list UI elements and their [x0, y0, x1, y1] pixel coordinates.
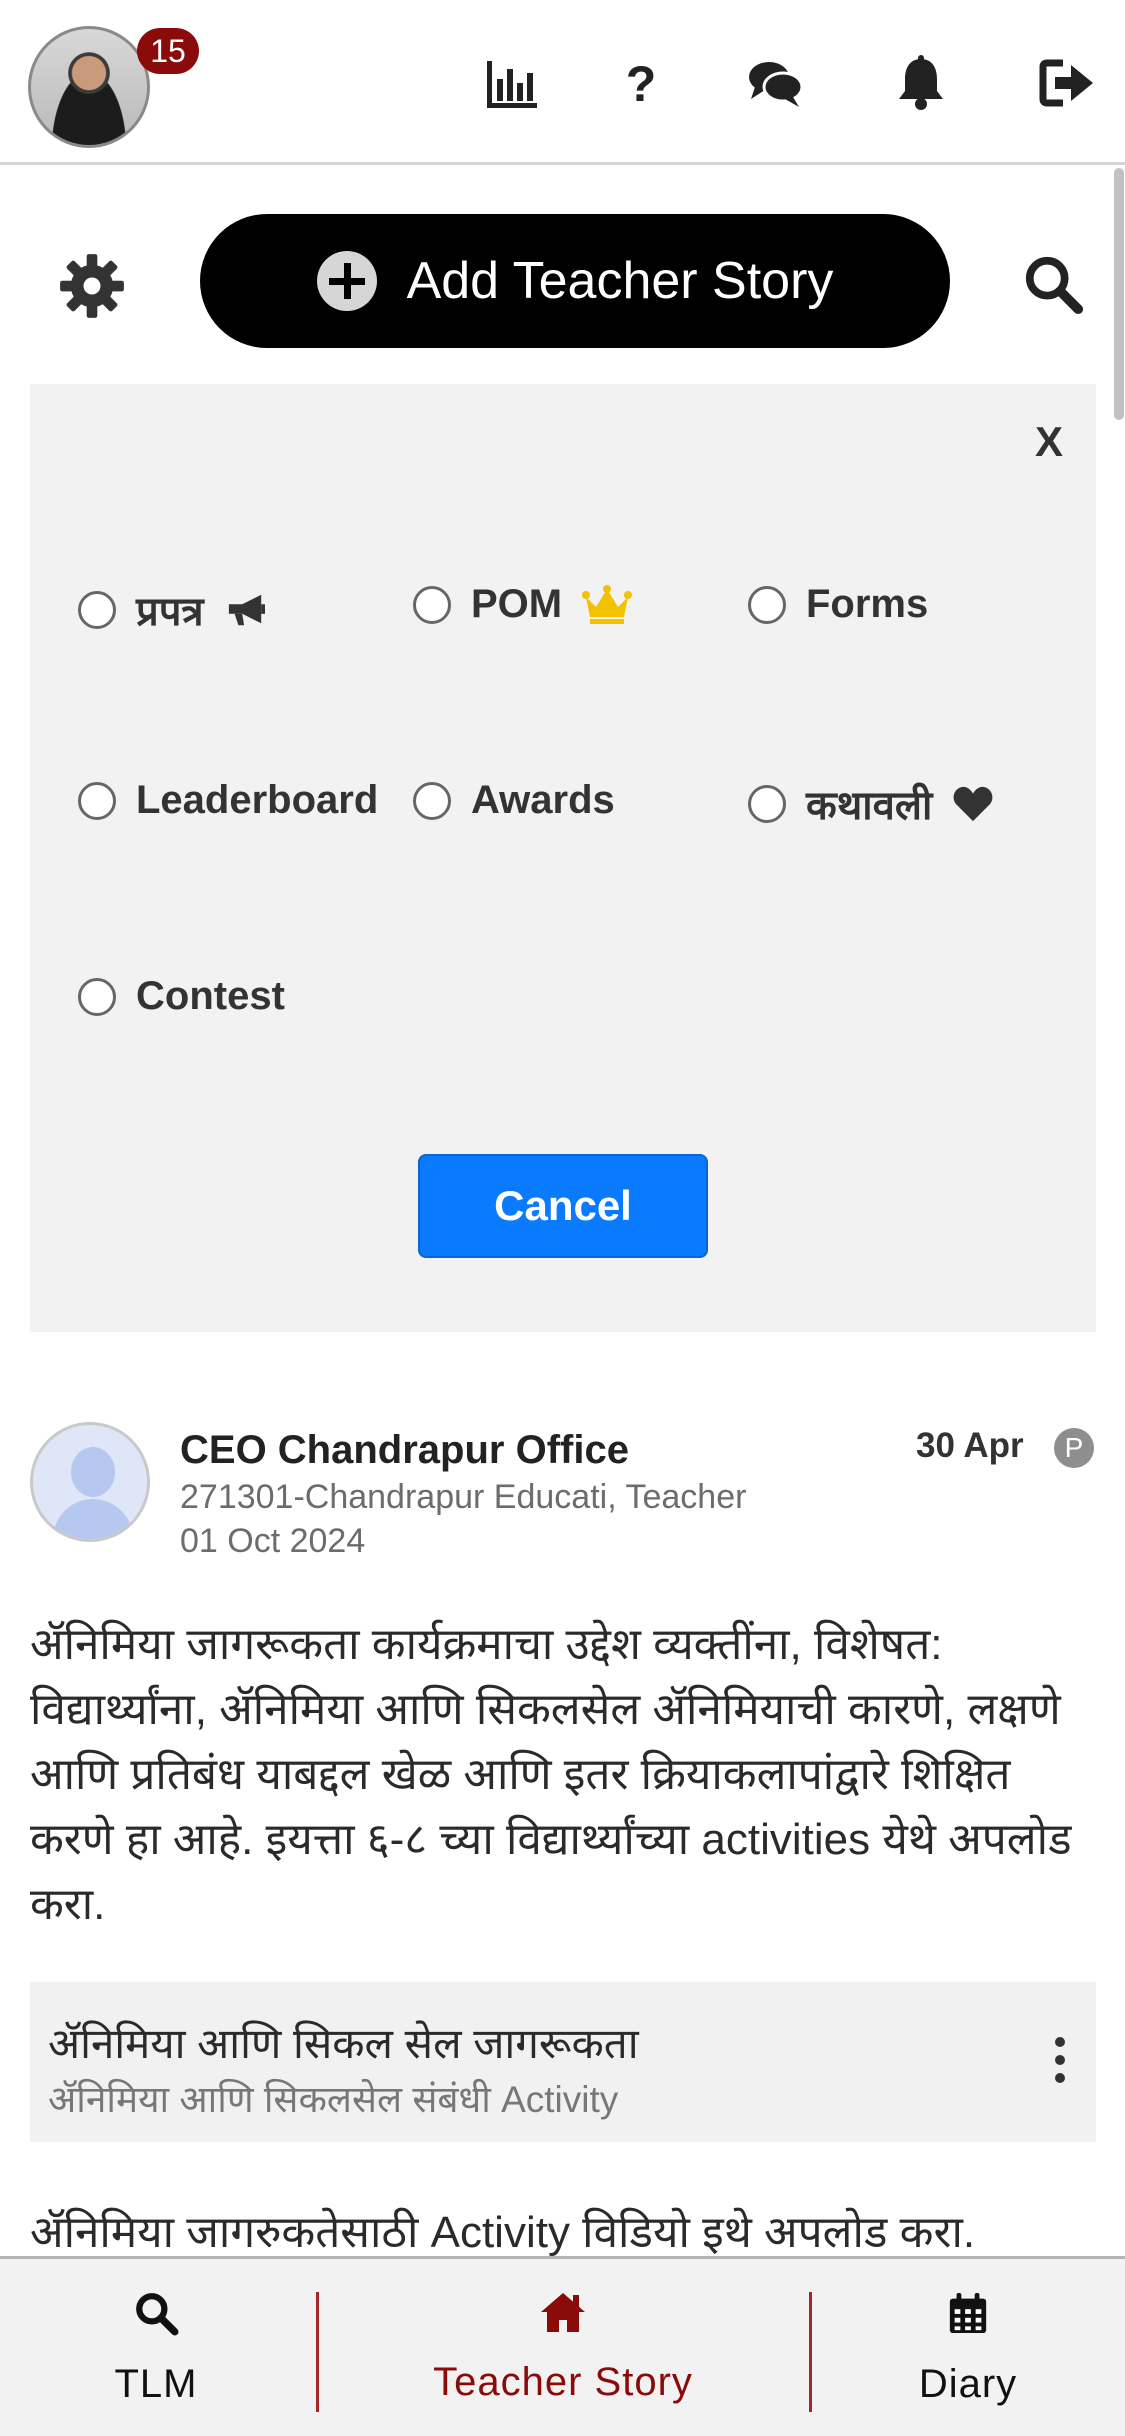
search-icon[interactable]	[1015, 246, 1091, 322]
post-author-avatar[interactable]	[30, 1422, 150, 1542]
option-label: Forms	[806, 582, 929, 626]
option-kathavali[interactable]: कथावली	[748, 776, 994, 831]
radio-contest[interactable]	[78, 977, 116, 1016]
bell-icon[interactable]	[886, 48, 956, 118]
add-teacher-story-label: Add Teacher Story	[406, 252, 834, 310]
radio-forms[interactable]	[748, 585, 786, 624]
nav-label-diary: Diary	[918, 2362, 1018, 2406]
radio-prapatra[interactable]	[78, 590, 116, 629]
plus-circle-icon	[316, 251, 377, 311]
nav-item-tlm[interactable]: TLM	[6, 2290, 306, 2407]
radio-leaderboard[interactable]	[78, 781, 116, 820]
top-header	[0, 0, 1125, 165]
option-leaderboard[interactable]: Leaderboard	[78, 778, 378, 823]
option-label: Awards	[471, 778, 615, 822]
option-prapatra[interactable]: प्रपत्र	[78, 582, 268, 637]
chat-icon[interactable]	[740, 48, 810, 118]
nav-label-teacher-story: Teacher Story	[433, 2360, 693, 2404]
user-avatar[interactable]	[28, 26, 150, 148]
option-awards[interactable]: Awards	[413, 778, 615, 823]
more-options-icon[interactable]	[1040, 2020, 1080, 2100]
radio-kathavali[interactable]	[748, 784, 786, 823]
search-icon	[133, 2290, 179, 2346]
svg-text:?: ?	[626, 56, 657, 112]
question-icon[interactable]: ?	[606, 48, 676, 118]
option-contest[interactable]: Contest	[78, 974, 285, 1019]
logout-icon[interactable]	[1032, 48, 1102, 118]
post-date: 01 Oct 2024	[180, 1522, 366, 1560]
settings-gear-icon[interactable]	[56, 250, 128, 322]
nav-divider	[316, 2292, 319, 2412]
option-label: कथावली	[806, 784, 933, 828]
notification-count-badge: 15	[137, 28, 199, 74]
add-teacher-story-button[interactable]: Add Teacher Story	[200, 214, 950, 348]
scrollbar-thumb[interactable]	[1114, 168, 1124, 420]
megaphone-icon	[224, 591, 268, 629]
heart-icon	[952, 785, 994, 823]
cancel-button[interactable]: Cancel	[418, 1154, 708, 1258]
option-pom[interactable]: POM	[413, 582, 633, 627]
option-label: Contest	[136, 974, 285, 1018]
radio-awards[interactable]	[413, 781, 451, 820]
nav-divider	[809, 2292, 812, 2412]
option-forms[interactable]: Forms	[748, 582, 928, 627]
bar-chart-icon[interactable]	[476, 48, 546, 118]
nav-item-teacher-story[interactable]: Teacher Story	[413, 2290, 713, 2405]
radio-pom[interactable]	[413, 585, 451, 624]
post-status-badge: P	[1054, 1428, 1094, 1468]
post-author-subtitle: 271301-Chandrapur Educati, Teacher	[180, 1478, 747, 1516]
nav-item-diary[interactable]: Diary	[818, 2290, 1118, 2407]
post-body-text: ॲनिमिया जागरूकता कार्यक्रमाचा उद्देश व्य…	[30, 1620, 1072, 1929]
calendar-icon	[947, 2290, 989, 2346]
post-author-name[interactable]: CEO Chandrapur Office	[180, 1428, 629, 1473]
nav-label-tlm: TLM	[114, 2362, 198, 2406]
crown-icon	[582, 584, 633, 625]
attachment-subtitle: ॲनिमिया आणि सिकलसेल संबंधी Activity	[48, 2079, 619, 2120]
attachment-title: ॲनिमिया आणि सिकल सेल जागरूकता	[48, 2020, 639, 2067]
post-time-ago: 30 Apr	[916, 1426, 1024, 1465]
post-footer-text: ॲनिमिया जागरुकतेसाठी Activity विडियो इथे…	[30, 2208, 976, 2257]
option-label: POM	[471, 582, 563, 626]
option-label: Leaderboard	[136, 778, 379, 822]
option-label: प्रपत्र	[136, 590, 204, 634]
close-panel-button[interactable]: X	[1035, 418, 1063, 466]
home-icon	[538, 2290, 588, 2344]
